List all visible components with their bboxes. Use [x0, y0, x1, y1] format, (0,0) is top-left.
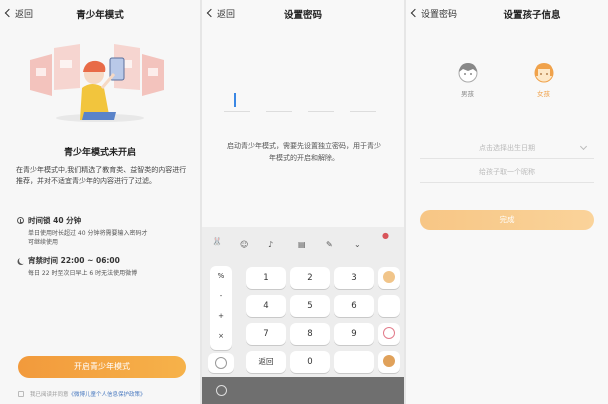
minus-key[interactable]: - [210, 292, 232, 300]
password-hint-line1: 启动青少年模式，需要先设置独立密码，用于青少 [227, 142, 381, 150]
girl-label: 女孩 [537, 90, 550, 98]
agreement-checkbox[interactable] [18, 391, 24, 397]
chevron-down-icon [579, 142, 588, 151]
key-0[interactable]: 0 [290, 351, 330, 373]
curfew-title: 宵禁时间 22:00 ~ 06:00 [28, 256, 120, 265]
pin-slot-3 [308, 111, 334, 112]
clock-icon [17, 217, 24, 224]
time-lock-desc-line1: 单日使用时长超过 40 分钟将需要输入密码才 [28, 230, 148, 237]
keyboard-toolbar: 🐰 ☺ ♪ ▤ ✎ ⌄ ● [202, 227, 404, 255]
sticker-key-blank[interactable] [378, 295, 400, 317]
globe-icon[interactable] [216, 385, 227, 396]
teen-mode-status-heading: 青少年模式未开启 [63, 148, 136, 158]
sticker-key-cat[interactable] [208, 353, 234, 373]
sticker-key-bunny[interactable] [378, 323, 400, 345]
keyboard-bottom-bar [202, 377, 404, 404]
emoji-icon[interactable]: ☺ [240, 240, 248, 249]
numeric-keyboard: 🐰 ☺ ♪ ▤ ✎ ⌄ ● % - + × 1 2 3 4 5 6 7 8 9 [202, 227, 404, 404]
plus-key[interactable]: + [210, 312, 232, 320]
teen-mode-description: 在青少年模式中,我们精选了教育类、益智类的内容进行推荐，并对不适宜青少年的内容进… [16, 166, 187, 185]
bunny-sticker-icon [383, 327, 395, 339]
girl-avatar-icon [534, 63, 554, 83]
page-title: 设置孩子信息 [503, 10, 561, 21]
bunny-sticker-icon[interactable]: 🐰 [212, 237, 222, 246]
key-9[interactable]: 9 [334, 323, 374, 345]
percent-key[interactable]: % [210, 272, 232, 280]
symbol-column[interactable]: % - + × [210, 266, 232, 350]
back-button[interactable]: 设置密码 [410, 7, 458, 20]
key-7[interactable]: 7 [246, 323, 286, 345]
pin-slot-1 [224, 111, 250, 112]
agreement-prefix: 我已阅读并同意 [30, 392, 69, 398]
cat-sticker-icon [215, 357, 227, 369]
microphone-icon[interactable]: ♪ [268, 240, 273, 249]
teen-reading-illustration [30, 44, 164, 122]
multiply-key[interactable]: × [210, 332, 232, 340]
teen-mode-screen: 返回 青少年模式 青少年模式未开启 在青少年模式中,我们精选了教育类、益智类的内… [0, 0, 200, 404]
chevron-left-icon [410, 8, 420, 18]
password-hint: 启动青少年模式，需要先设置独立密码，用于青少 年模式的开启和解除。 [216, 140, 392, 164]
keyboard-hide-icon[interactable]: ⌄ [354, 240, 361, 249]
page-title: 设置密码 [283, 10, 322, 21]
clipboard-icon[interactable]: ▤ [298, 240, 306, 249]
page-title: 青少年模式 [76, 10, 124, 21]
pin-slot-4 [350, 111, 376, 112]
done-button[interactable]: 完成 [420, 210, 594, 230]
screenshot-root: 返回 青少年模式 青少年模式未开启 在青少年模式中,我们精选了教育类、益智类的内… [0, 0, 608, 404]
back-label: 设置密码 [421, 10, 458, 20]
bread-sticker-icon [383, 271, 395, 283]
key-1[interactable]: 1 [246, 267, 286, 289]
privacy-policy-link[interactable]: 《微博儿童个人信息保护政策》 [69, 392, 146, 398]
burger-sticker-icon [383, 355, 395, 367]
birthday-picker[interactable]: 点击选择出生日期 [420, 138, 594, 158]
agreement-text: 我已阅读并同意《微博儿童个人信息保护政策》 [30, 390, 146, 398]
birthday-placeholder: 点击选择出生日期 [479, 144, 535, 152]
password-hint-line2: 年模式的开启和解除。 [269, 154, 339, 162]
nickname-input[interactable]: 给孩子取一个昵称 [420, 162, 594, 182]
key-space[interactable] [334, 351, 374, 373]
tomato-sticker-icon: ● [382, 231, 389, 240]
enable-teen-mode-button[interactable]: 开启青少年模式 [18, 356, 186, 378]
time-lock-desc-line2: 可继续使用 [28, 239, 59, 246]
boy-avatar-icon [458, 63, 478, 83]
set-password-screen: 返回 设置密码 启动青少年模式，需要先设置独立密码，用于青少 年模式的开启和解除… [202, 0, 404, 404]
child-info-screen: 设置密码 设置孩子信息 男孩 女孩 点击选择出生日期 给孩子取一个昵称 完成 [406, 0, 608, 404]
sticker-key-bread[interactable] [378, 267, 400, 289]
curfew-desc: 每日 22 时至次日早上 6 时无法使用微博 [28, 270, 138, 277]
nav-bar: 设置密码 设置孩子信息 [406, 0, 608, 26]
key-2[interactable]: 2 [290, 267, 330, 289]
boy-label: 男孩 [461, 90, 474, 98]
key-3[interactable]: 3 [334, 267, 374, 289]
key-4[interactable]: 4 [246, 295, 286, 317]
sticker-key-burger[interactable] [378, 351, 400, 373]
nav-bar: 返回 设置密码 [202, 0, 404, 26]
moon-icon [19, 257, 26, 264]
nav-bar: 返回 青少年模式 [0, 0, 200, 26]
key-5[interactable]: 5 [290, 295, 330, 317]
divider [420, 158, 594, 159]
key-8[interactable]: 8 [290, 323, 330, 345]
pin-slot-2 [266, 111, 292, 112]
divider [420, 182, 594, 183]
time-lock-title: 时间锁 40 分钟 [28, 216, 82, 225]
key-return[interactable]: 返回 [246, 351, 286, 373]
handwriting-icon[interactable]: ✎ [326, 240, 333, 249]
key-6[interactable]: 6 [334, 295, 374, 317]
input-cursor [234, 93, 236, 107]
